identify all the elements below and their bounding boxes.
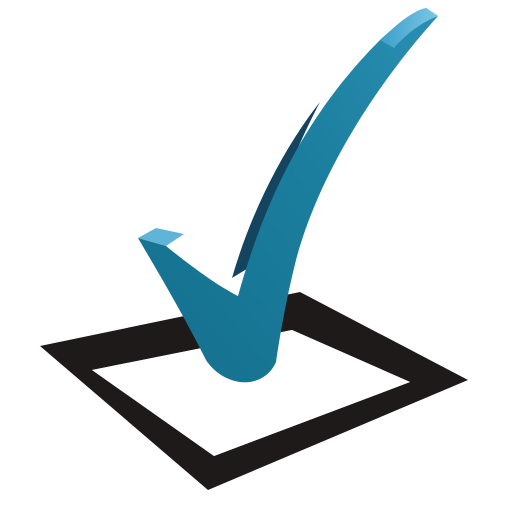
checkbox-illustration bbox=[0, 0, 512, 512]
checked-checkbox-graphic bbox=[40, 8, 468, 490]
